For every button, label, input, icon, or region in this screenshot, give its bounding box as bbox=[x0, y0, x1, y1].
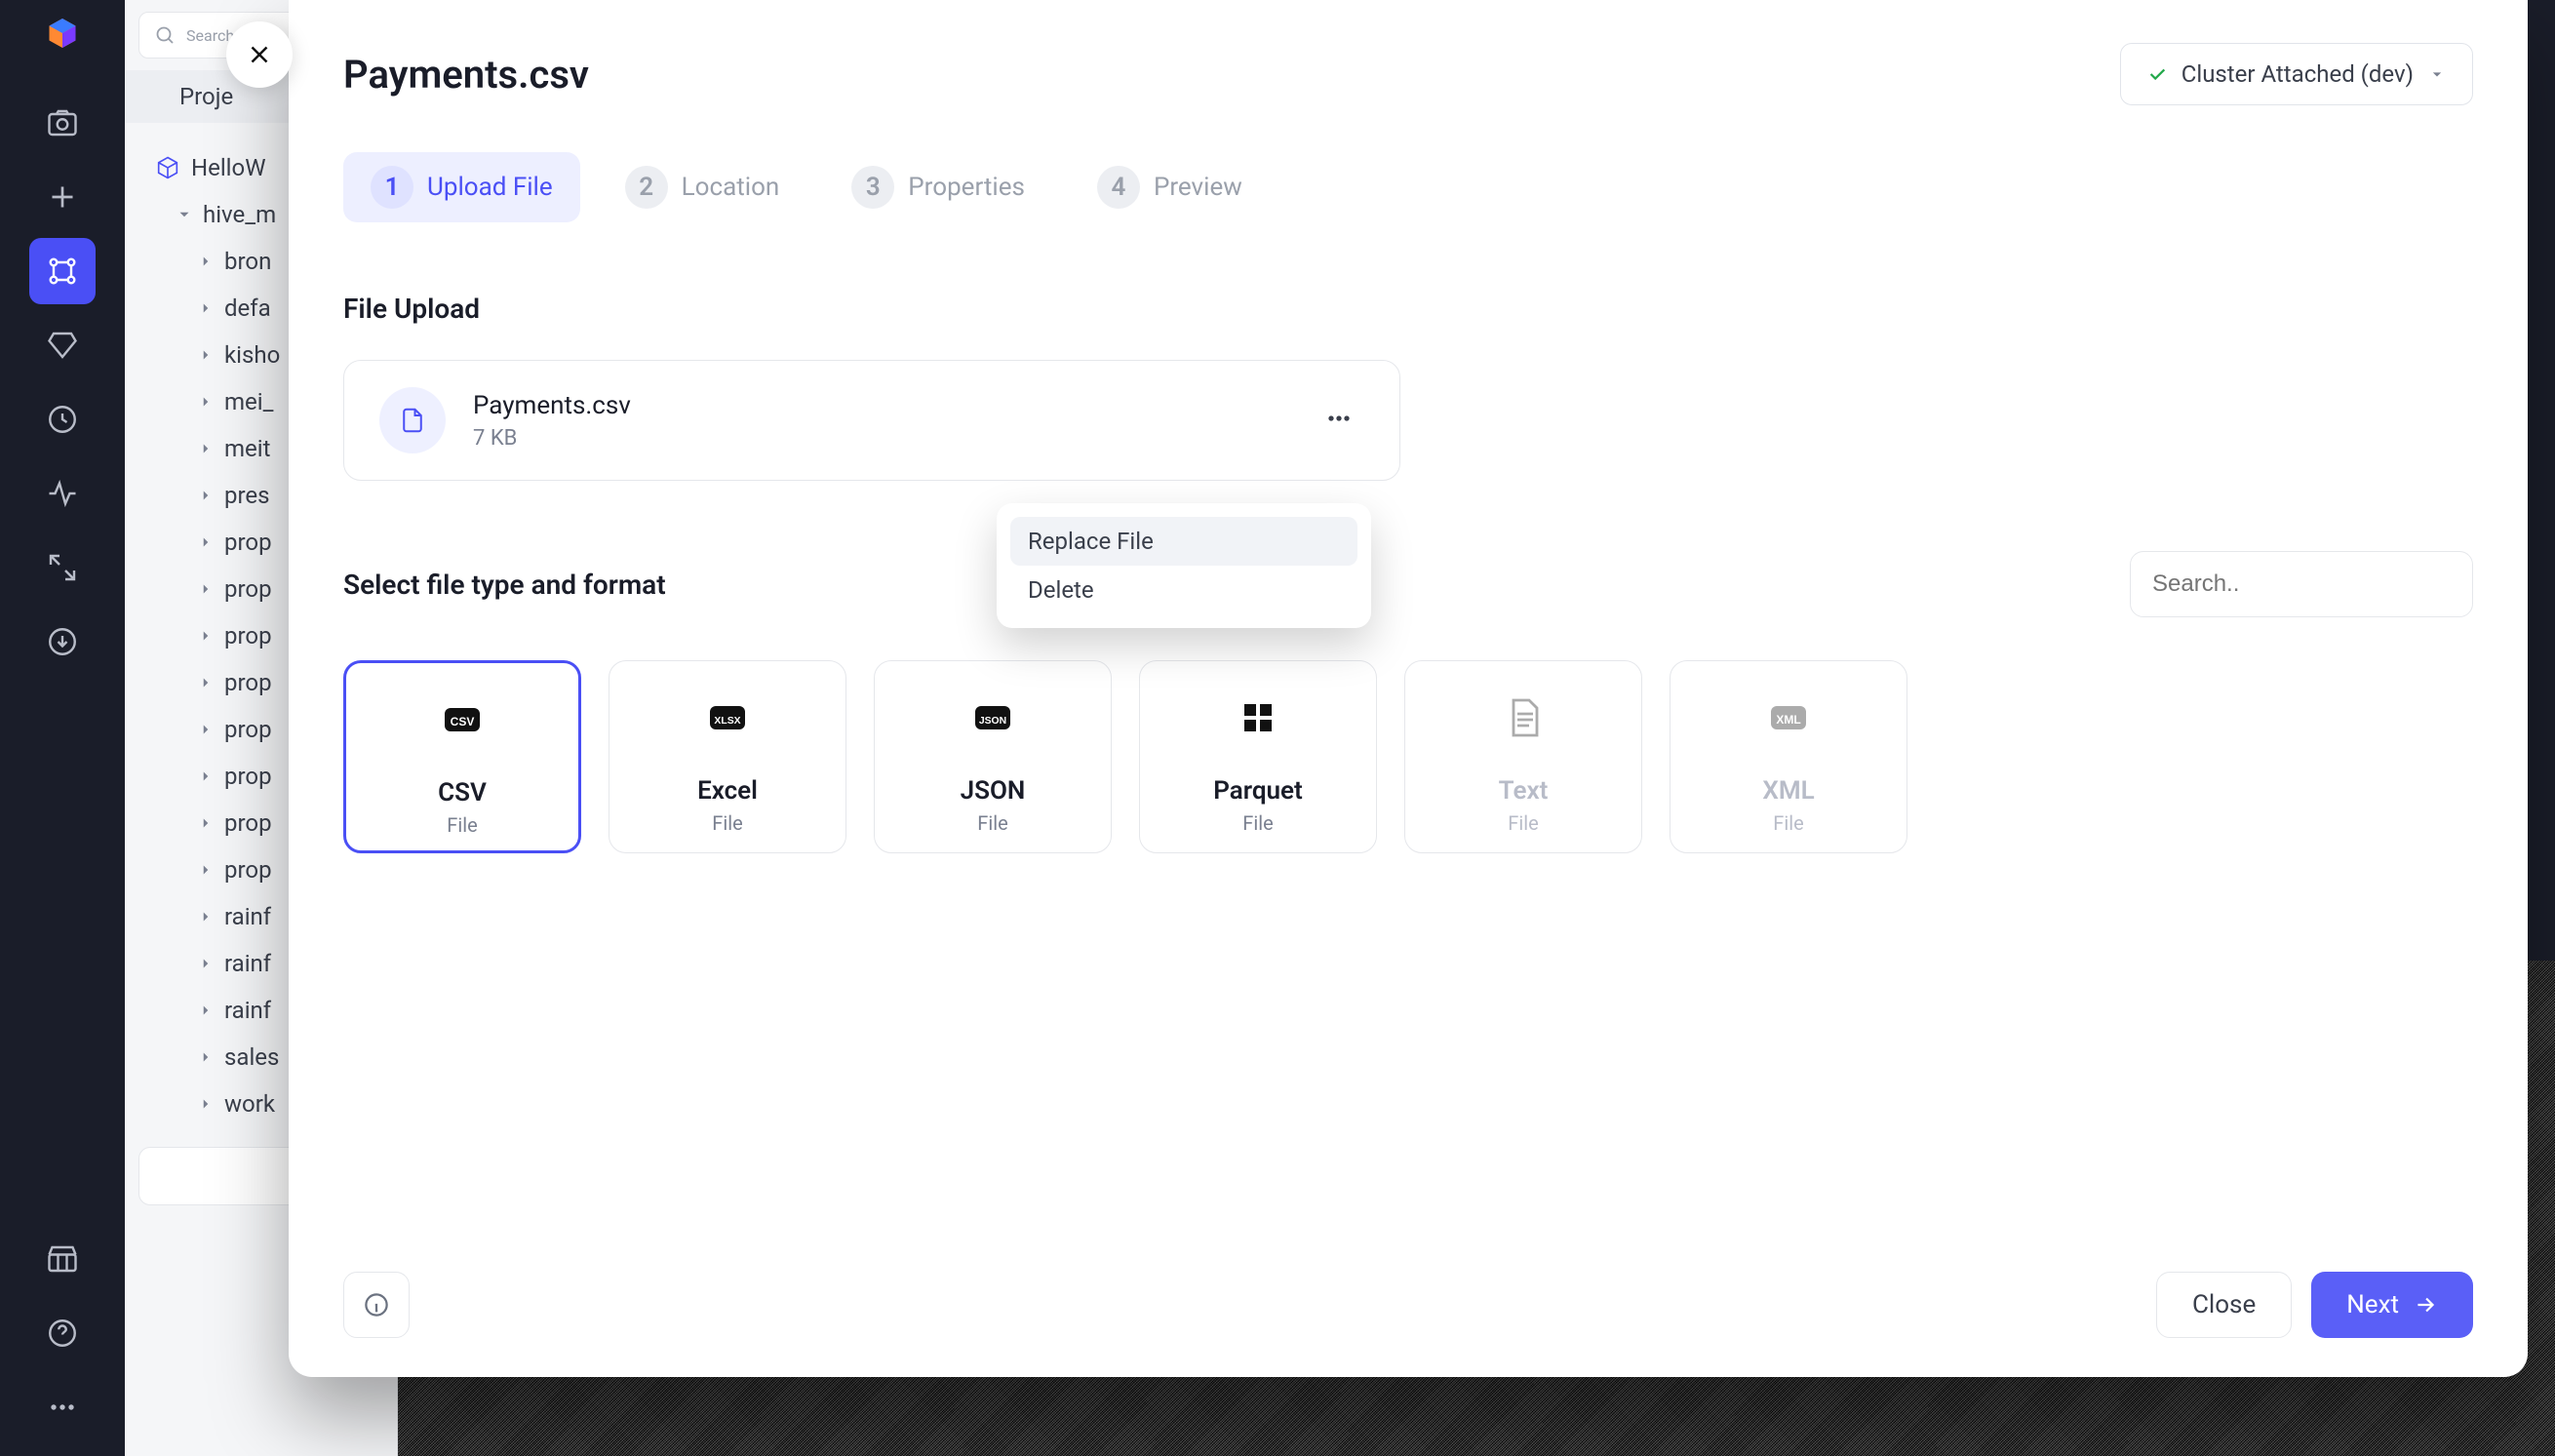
format-icon: JSON bbox=[875, 681, 1111, 755]
ctx-delete-label: Delete bbox=[1028, 576, 1094, 604]
step-num: 4 bbox=[1097, 166, 1140, 209]
file-more-button[interactable] bbox=[1314, 393, 1364, 448]
format-sub: File bbox=[1773, 811, 1803, 835]
more-icon bbox=[1323, 403, 1355, 434]
format-search[interactable] bbox=[2130, 551, 2473, 617]
modal-title: Payments.csv bbox=[343, 52, 589, 98]
next-button[interactable]: Next bbox=[2311, 1272, 2473, 1338]
file-icon bbox=[379, 387, 446, 453]
format-sub: File bbox=[977, 811, 1007, 835]
svg-text:JSON: JSON bbox=[979, 716, 1006, 727]
format-icon: XLSX bbox=[609, 681, 845, 755]
file-size: 7 KB bbox=[473, 426, 631, 451]
format-sub: File bbox=[1508, 811, 1538, 835]
step-num: 3 bbox=[851, 166, 894, 209]
chevron-down-icon bbox=[2427, 64, 2447, 84]
stepper: 1 Upload File 2 Location 3 Properties 4 … bbox=[289, 105, 2528, 222]
format-icon bbox=[1405, 681, 1641, 755]
file-upload-heading: File Upload bbox=[289, 222, 2528, 325]
format-card-excel[interactable]: XLSX Excel File bbox=[609, 660, 846, 853]
close-icon bbox=[245, 40, 274, 69]
format-card-parquet[interactable]: Parquet File bbox=[1139, 660, 1377, 853]
format-name: Excel bbox=[697, 776, 758, 806]
format-search-input[interactable] bbox=[2152, 571, 2455, 598]
step-num: 1 bbox=[371, 166, 413, 209]
step-label: Location bbox=[682, 173, 780, 202]
close-button[interactable]: Close bbox=[2156, 1272, 2292, 1338]
format-card-csv[interactable]: CSV CSV File bbox=[343, 660, 581, 853]
file-context-menu: Replace File Delete bbox=[997, 503, 1371, 628]
ctx-replace-label: Replace File bbox=[1028, 528, 1154, 555]
svg-text:XML: XML bbox=[1776, 713, 1800, 727]
format-card-xml: XML XML File bbox=[1670, 660, 1907, 853]
ctx-delete[interactable]: Delete bbox=[1010, 566, 1357, 614]
format-name: XML bbox=[1762, 776, 1814, 806]
step-num: 2 bbox=[625, 166, 668, 209]
format-name: Text bbox=[1499, 776, 1549, 806]
cluster-selector[interactable]: Cluster Attached (dev) bbox=[2120, 43, 2473, 105]
format-icon bbox=[1140, 681, 1376, 755]
format-cards: CSVCSVFileXLSXExcelFileJSONJSONFileParqu… bbox=[289, 617, 2528, 853]
step-label: Preview bbox=[1154, 173, 1242, 202]
format-heading: Select file type and format bbox=[343, 569, 666, 601]
format-icon: CSV bbox=[346, 683, 578, 757]
next-label: Next bbox=[2346, 1290, 2399, 1319]
format-name: CSV bbox=[438, 778, 487, 807]
format-name: JSON bbox=[961, 776, 1026, 806]
info-icon bbox=[362, 1290, 391, 1319]
format-sub: File bbox=[1242, 811, 1273, 835]
close-label: Close bbox=[2192, 1290, 2256, 1319]
upload-modal: Payments.csv Cluster Attached (dev) 1 Up… bbox=[289, 0, 2528, 1377]
format-icon: XML bbox=[1671, 681, 1906, 755]
step-properties[interactable]: 3 Properties bbox=[824, 152, 1052, 222]
ctx-replace-file[interactable]: Replace File bbox=[1010, 517, 1357, 566]
step-preview[interactable]: 4 Preview bbox=[1070, 152, 1270, 222]
arrow-right-icon bbox=[2413, 1292, 2438, 1318]
cluster-label: Cluster Attached (dev) bbox=[2182, 60, 2414, 88]
uploaded-file-card: Payments.csv 7 KB bbox=[343, 360, 1400, 481]
step-location[interactable]: 2 Location bbox=[598, 152, 807, 222]
format-card-json[interactable]: JSON JSON File bbox=[874, 660, 1112, 853]
info-button[interactable] bbox=[343, 1272, 410, 1338]
step-upload-file[interactable]: 1 Upload File bbox=[343, 152, 580, 222]
format-card-text: Text File bbox=[1404, 660, 1642, 853]
step-label: Upload File bbox=[427, 173, 553, 202]
check-icon bbox=[2146, 63, 2168, 85]
format-sub: File bbox=[712, 811, 742, 835]
modal-close-button[interactable] bbox=[226, 21, 293, 88]
svg-text:XLSX: XLSX bbox=[714, 716, 740, 727]
file-name: Payments.csv bbox=[473, 391, 631, 420]
step-label: Properties bbox=[908, 173, 1025, 202]
format-sub: File bbox=[447, 813, 477, 837]
svg-text:CSV: CSV bbox=[451, 715, 475, 728]
format-name: Parquet bbox=[1213, 776, 1303, 806]
